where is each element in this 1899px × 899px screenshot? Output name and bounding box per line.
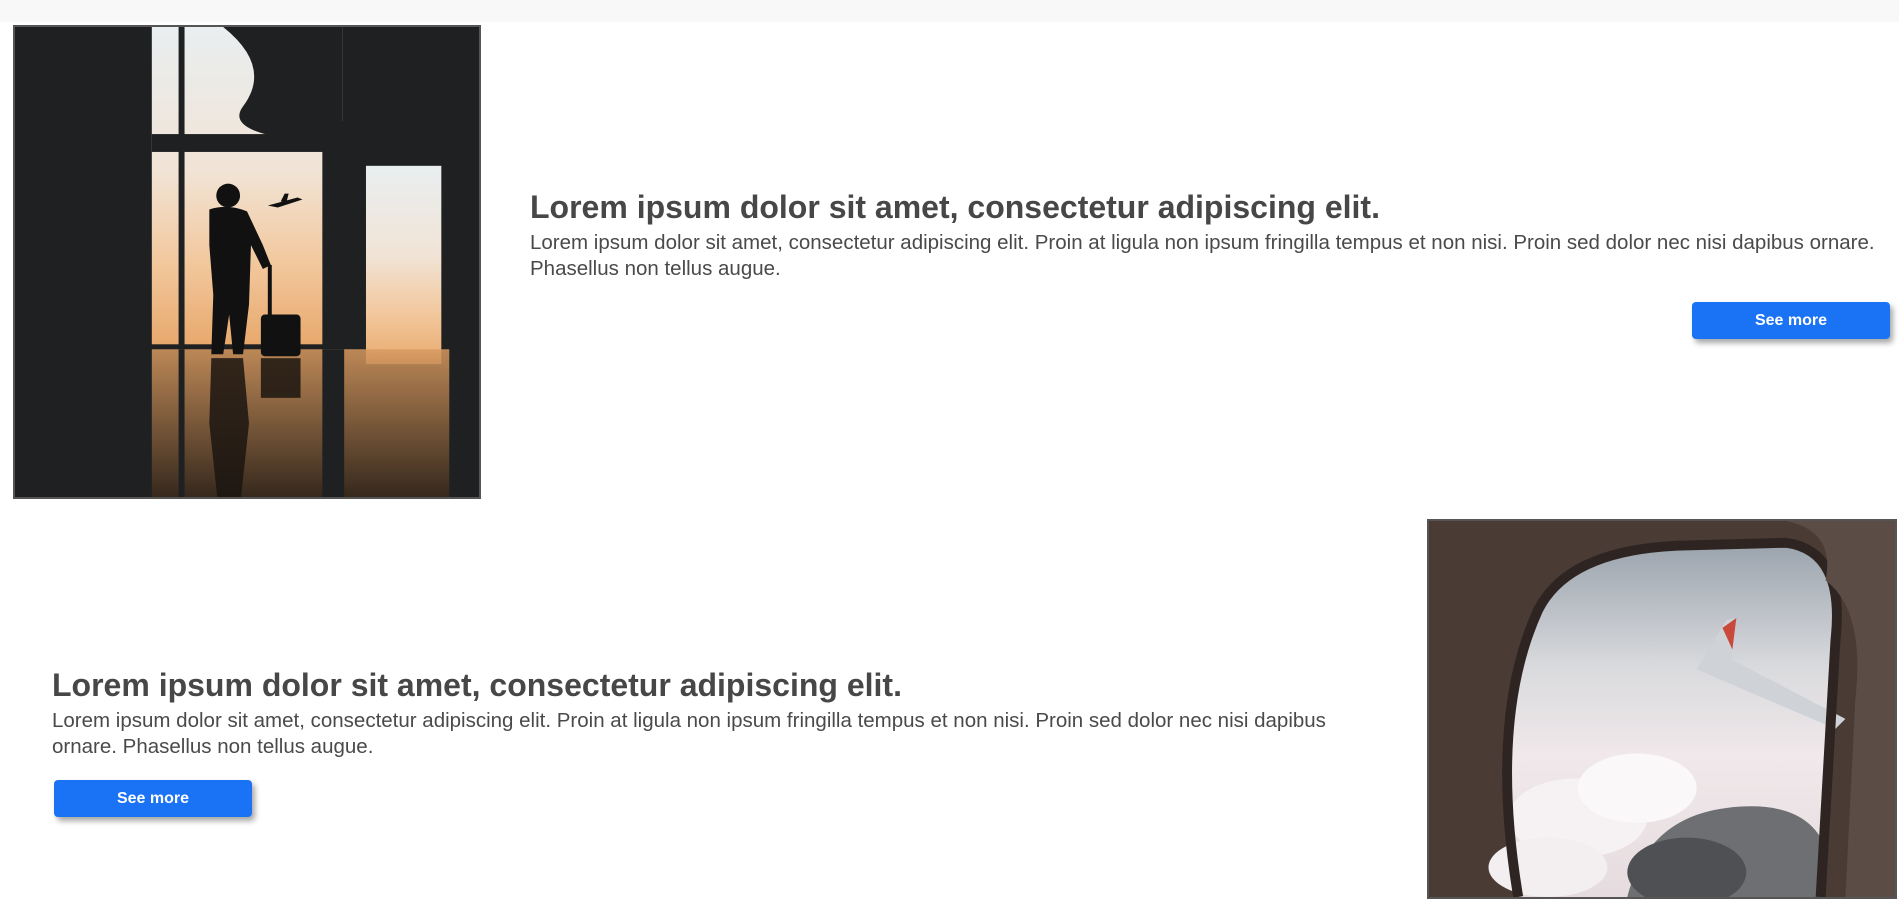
section-1-body: Lorem ipsum dolor sit amet, consectetur … [530,231,1875,280]
section-2-body: Lorem ipsum dolor sit amet, consectetur … [52,709,1326,758]
section-1-text: Lorem ipsum dolor sit amet, consectetur … [530,184,1880,282]
see-more-button[interactable]: See more [1692,302,1890,339]
airplane-window-photo [1427,519,1897,899]
see-more-button[interactable]: See more [54,780,252,817]
traveler-silhouette-photo [13,25,481,499]
section-1-heading: Lorem ipsum dolor sit amet, consectetur … [530,189,1380,225]
top-bar [0,0,1899,22]
section-2-text: Lorem ipsum dolor sit amet, consectetur … [52,662,1382,760]
section-2-heading: Lorem ipsum dolor sit amet, consectetur … [52,667,902,703]
